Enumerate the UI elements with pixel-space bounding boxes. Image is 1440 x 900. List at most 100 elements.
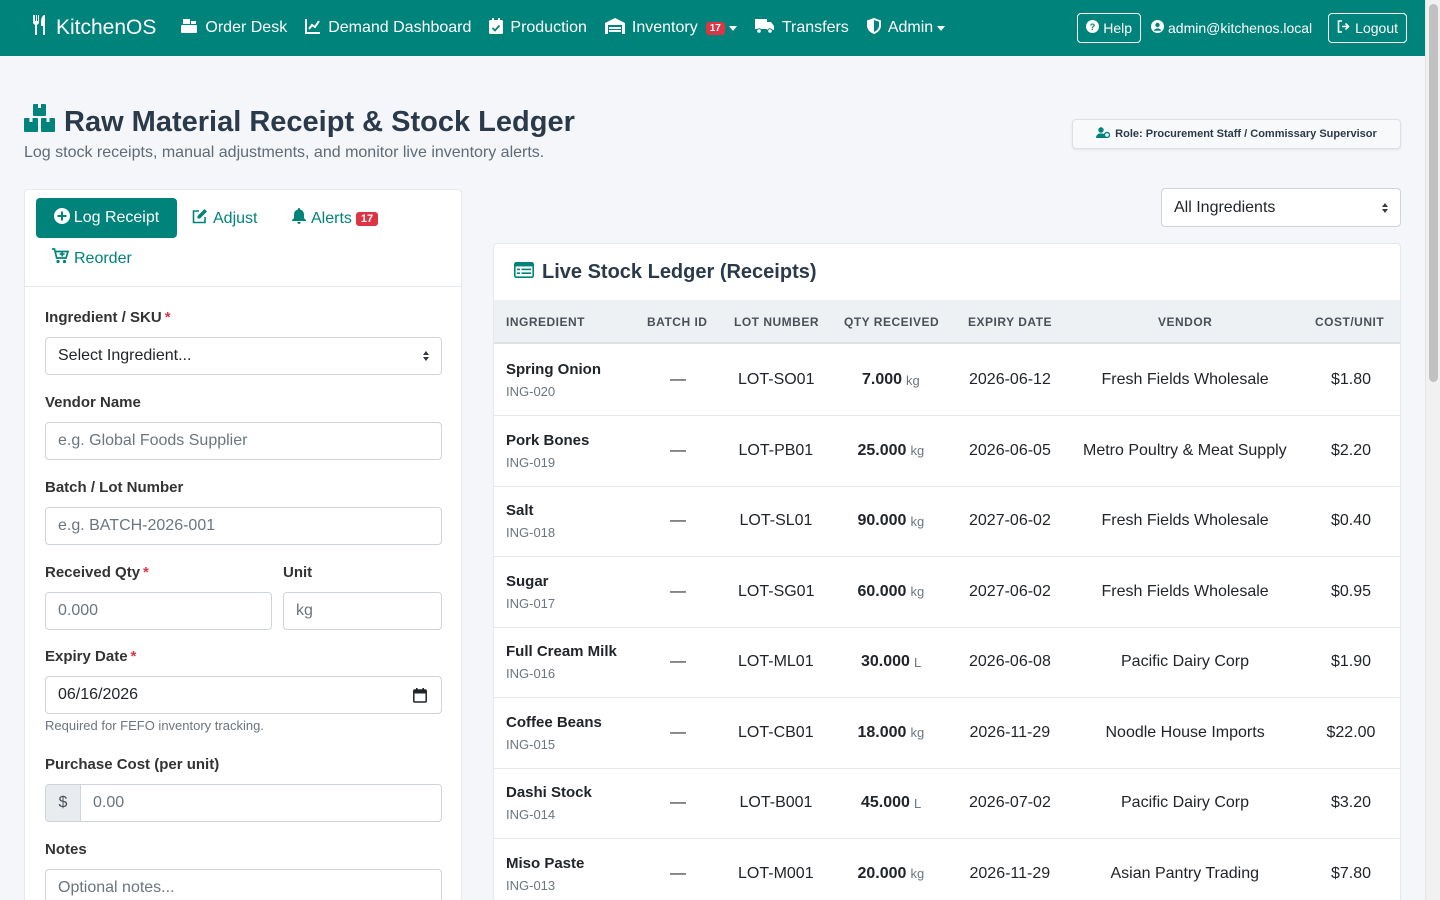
table-row[interactable]: Miso Paste ING-013 — LOT-M001 20.000 kg 2026-1… <box>494 839 1400 900</box>
cost-unit-cell: $0.40 <box>1331 512 1372 529</box>
batch-id-cell: — <box>670 582 686 600</box>
col-header-batch-id[interactable]: BATCH ID <box>647 300 707 344</box>
cost-unit-cell: $0.95 <box>1331 582 1372 600</box>
vendor-cell: Pacific Dairy Corp <box>1121 794 1250 811</box>
qty-received-cell: 18.000 kg <box>858 698 925 768</box>
qty-value: 20.000 <box>857 864 907 882</box>
ingredient-name: Full Cream Milk <box>506 643 617 660</box>
ingredient-name: Pork Bones <box>506 431 590 449</box>
table-row[interactable]: Coffee Beans ING-015 — LOT-CB01 18.000 kg 2026… <box>494 698 1400 769</box>
notes-textarea[interactable]: Optional notes... <box>45 869 442 900</box>
qty-label: Received Qty * <box>45 564 149 581</box>
cost-unit-cell: $22.00 <box>1326 723 1376 741</box>
batch-id-cell: — <box>670 794 686 811</box>
ledger-title-text: Live Stock Ledger (Receipts) <box>542 261 817 283</box>
lot-number-cell: LOT-ML01 <box>738 653 814 670</box>
cost-unit-cell: $1.90 <box>1331 653 1372 670</box>
expiry-date-input[interactable]: 06/16/2026 <box>45 676 442 714</box>
table-row[interactable]: Dashi Stock ING-014 — LOT-B001 45.000 L 2026-0… <box>494 768 1400 839</box>
ingredient-label: Ingredient / SKU * <box>45 309 171 326</box>
vendor-input[interactable]: e.g. Global Foods Supplier <box>45 422 442 460</box>
nav-inventory[interactable]: Inventory 17 <box>604 17 737 39</box>
calendar-icon[interactable] <box>413 688 427 708</box>
ingredient-cell: Sugar ING-017 <box>506 557 555 627</box>
lot-number-cell: LOT-SG01 <box>738 582 815 600</box>
col-header-qty-received[interactable]: QTY RECEIVED <box>844 300 939 344</box>
logout-button[interactable]: Logout <box>1328 13 1407 43</box>
inventory-alert-badge: 17 <box>705 21 725 35</box>
ingredient-code: ING-015 <box>506 736 556 752</box>
sign-out-icon <box>1337 20 1355 36</box>
ingredient-code: ING-019 <box>506 454 556 470</box>
expiry-date-cell: 2026-06-05 <box>969 441 1051 459</box>
nav-admin-label: Admin <box>887 19 934 36</box>
vendor-cell: Noodle House Imports <box>1105 723 1265 741</box>
col-header-lot-number[interactable]: LOT NUMBER <box>734 300 819 344</box>
help-label: Help <box>1103 20 1132 36</box>
page-scrollbar[interactable] <box>1425 0 1440 900</box>
col-header-expiry-date[interactable]: EXPIRY DATE <box>968 300 1052 344</box>
expiry-date-cell: 2027-06-02 <box>969 512 1051 529</box>
cost-unit-cell: $7.80 <box>1331 864 1372 882</box>
lot-number-cell: LOT-PB01 <box>738 441 814 459</box>
logout-label: Logout <box>1355 20 1398 36</box>
col-header-vendor[interactable]: VENDOR <box>1158 300 1212 344</box>
vendor-cell: Pacific Dairy Corp <box>1121 653 1250 670</box>
select-arrows-icon <box>1382 203 1388 213</box>
table-row[interactable]: Full Cream Milk ING-016 — LOT-ML01 30.000 L 20… <box>494 627 1400 698</box>
unit-input[interactable]: kg <box>283 592 442 630</box>
receipt-form-card: Log Receipt Adjust Alerts 17 Reorder Ing… <box>24 189 462 900</box>
tab-reorder[interactable]: Reorder <box>52 248 132 269</box>
nav-transfers[interactable]: Transfers <box>754 18 849 39</box>
col-header-cost-unit[interactable]: COST/UNIT <box>1315 300 1384 344</box>
user-cog-icon <box>1096 127 1115 141</box>
bell-icon <box>292 208 311 229</box>
vendor-cell: Asian Pantry Trading <box>1110 864 1260 882</box>
table-row[interactable]: Sugar ING-017 — LOT-SG01 60.000 kg 2027-06-02 F… <box>494 557 1400 628</box>
qty-input[interactable]: 0.000 <box>45 592 272 630</box>
tab-adjust[interactable]: Adjust <box>192 208 257 229</box>
page-subtitle: Log stock receipts, manual adjustments, … <box>24 144 545 161</box>
ingredient-code: ING-016 <box>506 666 556 681</box>
help-button[interactable]: ? Help <box>1077 13 1141 43</box>
user-account[interactable]: admin@kitchenos.local <box>1151 20 1312 36</box>
top-navbar: KitchenOS Order Desk Demand Dashboard Pr… <box>0 0 1425 56</box>
batch-input[interactable]: e.g. BATCH-2026-001 <box>45 507 442 545</box>
nav-admin[interactable]: Admin <box>866 17 946 39</box>
expiry-date-cell: 2026-06-12 <box>969 371 1051 388</box>
table-row[interactable]: Salt ING-018 — LOT-SL01 90.000 kg 2027-06-02 Fr… <box>494 486 1400 557</box>
brand[interactable]: KitchenOS <box>30 14 156 42</box>
ingredient-code: ING-017 <box>506 595 556 611</box>
nav-transfers-label: Transfers <box>781 19 849 36</box>
cost-input[interactable]: 0.00 <box>80 784 442 822</box>
tab-adjust-label: Adjust <box>213 209 258 227</box>
unit-label: Unit <box>283 564 313 581</box>
tab-log-receipt[interactable]: Log Receipt <box>36 198 177 238</box>
qty-unit: kg <box>910 513 925 529</box>
ingredient-cell: Dashi Stock ING-014 <box>506 768 592 838</box>
qty-received-cell: 60.000 kg <box>858 557 925 627</box>
lot-number-cell: LOT-CB01 <box>738 723 814 741</box>
scroll-thumb[interactable] <box>1429 4 1438 382</box>
nav-demand-dashboard-label: Demand Dashboard <box>328 19 472 36</box>
qty-unit: kg <box>906 372 920 388</box>
batch-id-cell: — <box>670 653 686 670</box>
ingredient-filter-select[interactable]: All Ingredients <box>1161 188 1401 227</box>
ingredient-cell: Coffee Beans ING-015 <box>506 698 602 768</box>
qty-received-cell: 90.000 kg <box>858 486 925 556</box>
nav-right: ? Help admin@kitchenos.local Logout <box>1077 13 1407 43</box>
col-header-ingredient[interactable]: INGREDIENT <box>506 300 585 344</box>
tab-alerts[interactable]: Alerts 17 <box>292 208 379 229</box>
nav-demand-dashboard[interactable]: Demand Dashboard <box>305 18 471 39</box>
expiry-date-cell: 2027-06-02 <box>969 582 1051 600</box>
ledger-title: Live Stock Ledger (Receipts) <box>514 261 817 284</box>
select-arrows-icon <box>423 351 429 361</box>
expiry-date-cell: 2026-07-02 <box>969 794 1051 811</box>
vendor-cell: Metro Poultry & Meat Supply <box>1083 441 1287 459</box>
table-row[interactable]: Spring Onion ING-020 — LOT-SO01 7.000 kg 2026-… <box>494 345 1400 416</box>
expiry-date-cell: 2026-06-08 <box>969 653 1051 670</box>
ingredient-select[interactable]: Select Ingredient... <box>45 337 442 375</box>
table-row[interactable]: Pork Bones ING-019 — LOT-PB01 25.000 kg 2026-0… <box>494 416 1400 487</box>
nav-order-desk[interactable]: Order Desk <box>180 18 287 39</box>
nav-production[interactable]: Production <box>489 17 587 39</box>
